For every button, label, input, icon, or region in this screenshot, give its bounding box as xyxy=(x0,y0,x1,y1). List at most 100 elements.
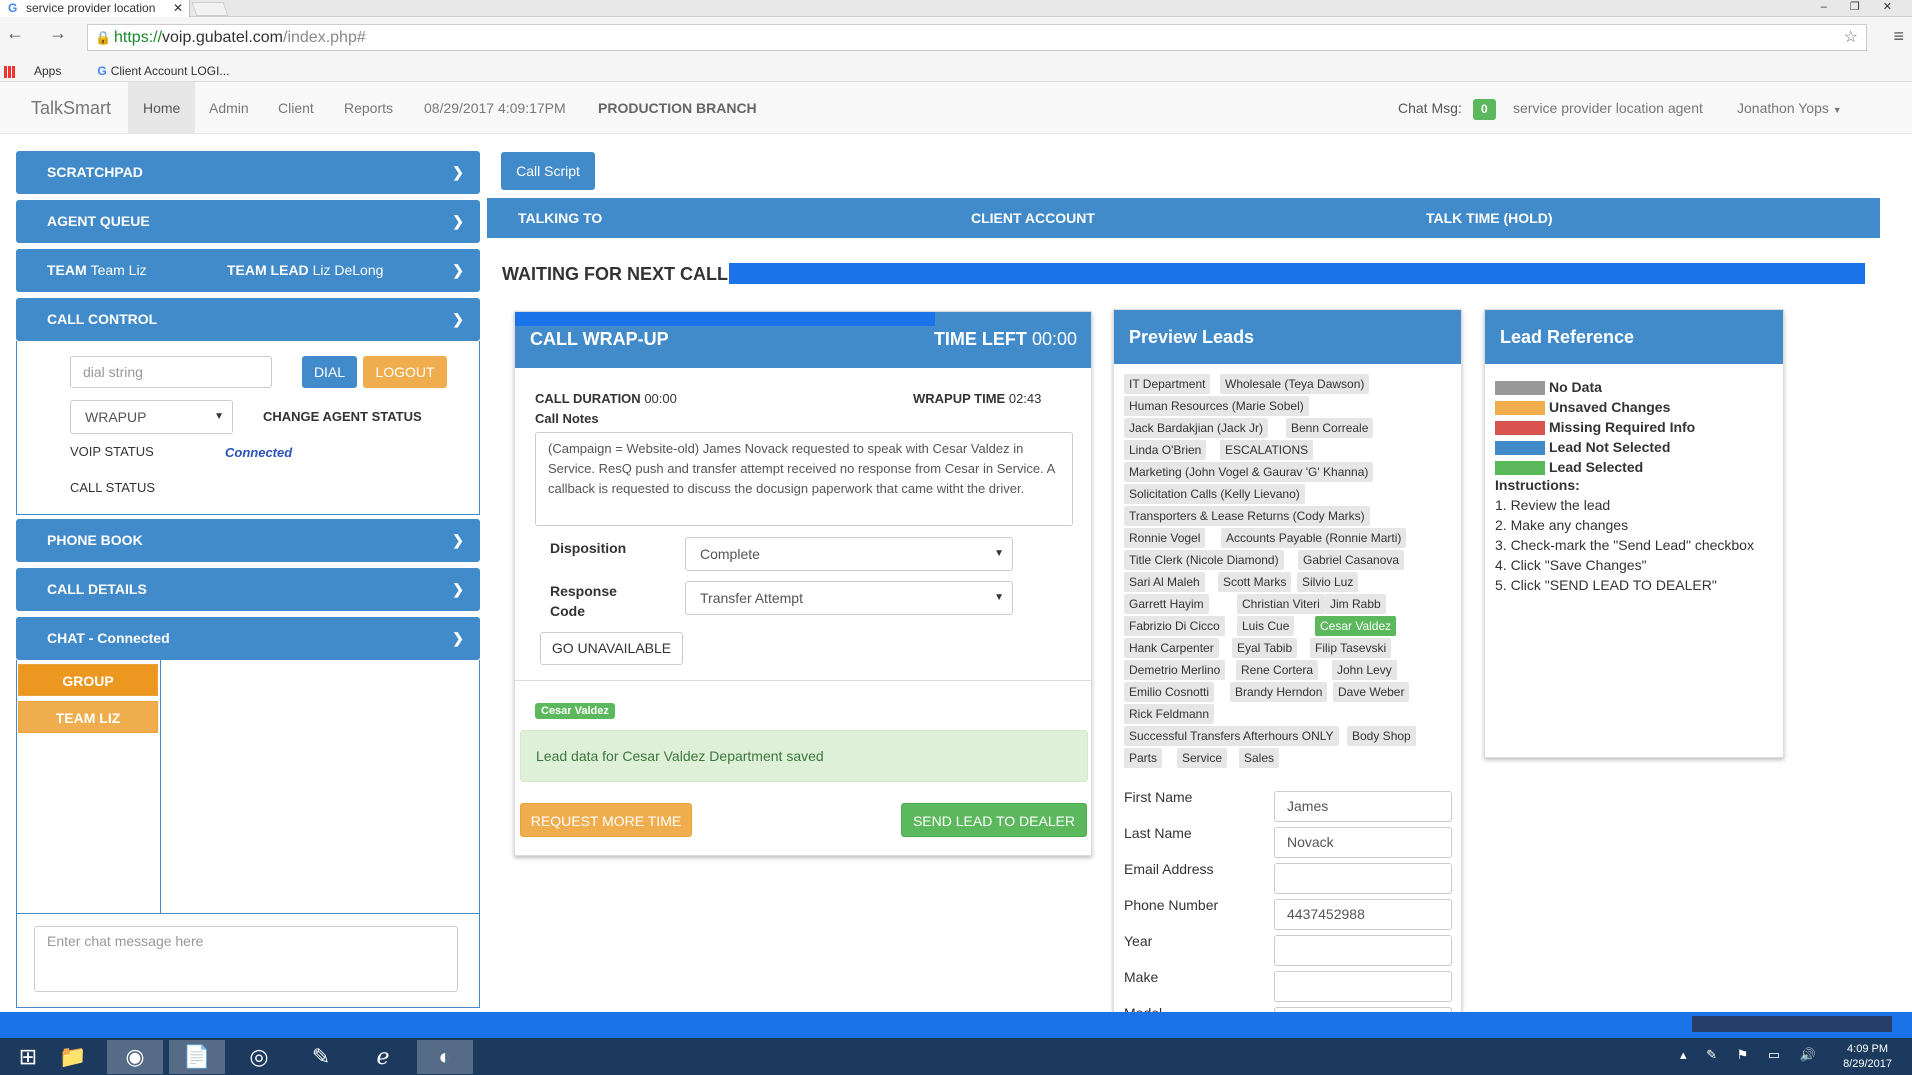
agent-queue-panel[interactable]: AGENT QUEUE ❯ xyxy=(16,200,480,243)
notepad-icon[interactable]: 📄 xyxy=(169,1040,225,1074)
nav-admin[interactable]: Admin xyxy=(209,82,249,134)
lead-tag[interactable]: Transporters & Lease Returns (Cody Marks… xyxy=(1124,506,1370,526)
windows-taskbar: ⊞ 📁 ◉ 📄 ◎ ✎ ℯ ◐ ▴ ✎ ⚑ ▭ 🔊 4:09 PM 8/29/20… xyxy=(0,1038,1912,1075)
google-icon: G xyxy=(97,64,107,78)
lead-tag[interactable]: Linda O'Brien xyxy=(1124,440,1207,460)
lead-tag[interactable]: Scott Marks xyxy=(1218,572,1292,592)
taskbar-clock[interactable]: 4:09 PM 8/29/2017 xyxy=(1843,1042,1892,1072)
lead-tag[interactable]: Luis Cue xyxy=(1237,616,1295,636)
response-code-select[interactable]: Transfer Attempt ▼ xyxy=(685,581,1013,615)
nav-reports[interactable]: Reports xyxy=(344,82,393,134)
lead-tag[interactable]: Fabrizio Di Cicco xyxy=(1124,616,1225,636)
dial-string-input[interactable]: dial string xyxy=(70,356,272,388)
phone-book-panel[interactable]: PHONE BOOK ❯ xyxy=(16,519,480,562)
chat-title: CHAT - Connected xyxy=(47,630,170,646)
media-app-icon[interactable]: ◐ xyxy=(417,1040,473,1074)
disposition-select[interactable]: Complete ▼ xyxy=(685,537,1013,571)
field-input[interactable]: Novack xyxy=(1274,827,1452,858)
call-notes-textarea[interactable]: (Campaign = Website-old) James Novack re… xyxy=(535,432,1073,526)
field-input[interactable] xyxy=(1274,863,1452,894)
field-input[interactable]: James xyxy=(1274,791,1452,822)
lead-tag[interactable]: Successful Transfers Afterhours ONLY xyxy=(1124,726,1339,746)
lead-tag[interactable]: Service xyxy=(1177,748,1228,768)
wrapup-progress-bar xyxy=(515,312,935,326)
change-agent-status[interactable]: CHANGE AGENT STATUS xyxy=(263,409,422,424)
window-controls[interactable]: ‒ ❐ ✕ xyxy=(1821,0,1902,13)
url-input[interactable]: 🔒 https://voip.gubatel.com/index.php# ☆ xyxy=(87,24,1867,51)
lead-tag[interactable]: Benn Correale xyxy=(1286,418,1374,438)
lead-tag[interactable]: Sales xyxy=(1239,748,1280,768)
lead-tag[interactable]: Dave Weber xyxy=(1333,682,1410,702)
chat-panel[interactable]: CHAT - Connected ❯ xyxy=(16,617,480,660)
browser-tab[interactable]: G service provider location ✕ xyxy=(0,0,190,17)
call-script-button[interactable]: Call Script xyxy=(501,152,595,190)
call-details-panel[interactable]: CALL DETAILS ❯ xyxy=(16,568,480,611)
lead-tag[interactable]: ESCALATIONS xyxy=(1220,440,1314,460)
lead-tag[interactable]: Cesar Valdez xyxy=(1315,616,1397,636)
chrome-icon[interactable]: ◎ xyxy=(231,1040,287,1074)
lead-tag[interactable]: Ronnie Vogel xyxy=(1124,528,1206,548)
lead-tag[interactable]: Garrett Hayim xyxy=(1124,594,1209,614)
request-more-time-button[interactable]: REQUEST MORE TIME xyxy=(520,803,692,837)
close-tab-icon[interactable]: ✕ xyxy=(173,0,183,17)
lead-tag[interactable]: Emilio Cosnotti xyxy=(1124,682,1215,702)
dial-button[interactable]: DIAL xyxy=(302,356,357,388)
lead-tag[interactable]: John Levy xyxy=(1332,660,1397,680)
lead-tag[interactable]: Sari Al Maleh xyxy=(1124,572,1205,592)
lead-tag[interactable]: Wholesale (Teya Dawson) xyxy=(1220,374,1370,394)
lead-tag[interactable]: Hank Carpenter xyxy=(1124,638,1219,658)
field-input[interactable]: 4437452988 xyxy=(1274,899,1452,930)
user-menu[interactable]: Jonathon Yops ▼ xyxy=(1737,82,1842,134)
lead-tag[interactable]: Marketing (John Vogel & Gaurav 'G' Khann… xyxy=(1124,462,1374,482)
logout-button[interactable]: LOGOUT xyxy=(363,356,447,388)
chat-group-button[interactable]: GROUP xyxy=(18,664,158,696)
lead-tag[interactable]: Accounts Payable (Ronnie Marti) xyxy=(1221,528,1407,548)
team-name: Team Liz xyxy=(90,262,147,278)
lead-tag[interactable]: Brandy Herndon xyxy=(1230,682,1328,702)
chat-msg-count-wrap[interactable]: 0 xyxy=(1473,82,1496,134)
lead-tag[interactable]: Jack Bardakjian (Jack Jr) xyxy=(1124,418,1269,438)
lead-tag[interactable]: Body Shop xyxy=(1347,726,1416,746)
chat-message-input[interactable]: Enter chat message here xyxy=(34,926,458,992)
lead-tag[interactable]: Christian Viteri xyxy=(1237,594,1325,614)
send-lead-to-dealer-button[interactable]: SEND LEAD TO DEALER xyxy=(901,803,1087,837)
lead-tag[interactable]: Title Clerk (Nicole Diamond) xyxy=(1124,550,1284,570)
new-tab-button[interactable] xyxy=(191,2,229,16)
feather-app-icon[interactable]: ✎ xyxy=(293,1040,349,1074)
lead-tag[interactable]: Rene Cortera xyxy=(1236,660,1319,680)
scratchpad-panel[interactable]: SCRATCHPAD ❯ xyxy=(16,151,480,194)
lead-tag[interactable]: Silvio Luz xyxy=(1297,572,1359,592)
save-success-alert: Lead data for Cesar Valdez Department sa… xyxy=(520,730,1088,782)
team-lead-wrap: TEAM LEAD Liz DeLong xyxy=(227,249,383,292)
field-input[interactable] xyxy=(1274,935,1452,966)
bookmark-star-icon[interactable]: ☆ xyxy=(1844,25,1858,50)
field-input[interactable] xyxy=(1274,971,1452,1002)
chat-team-liz-button[interactable]: TEAM LIZ xyxy=(18,701,158,733)
system-tray-icons[interactable]: ▴ ✎ ⚑ ▭ 🔊 xyxy=(1680,1047,1824,1063)
browser-menu-icon[interactable]: ≡ xyxy=(1893,26,1904,47)
lead-tag[interactable]: Jim Rabb xyxy=(1325,594,1386,614)
wrapup-title: CALL WRAP-UP xyxy=(530,329,669,349)
file-explorer-icon[interactable]: 📁 xyxy=(45,1040,101,1074)
internet-explorer-icon[interactable]: ℯ xyxy=(355,1040,411,1074)
lead-tag[interactable]: Human Resources (Marie Sobel) xyxy=(1124,396,1309,416)
go-unavailable-button[interactable]: GO UNAVAILABLE xyxy=(540,632,683,665)
nav-home[interactable]: Home xyxy=(128,82,196,134)
legend-label: No Data xyxy=(1549,379,1602,395)
lead-tag[interactable]: Demetrio Merlino xyxy=(1124,660,1226,680)
agent-status-select[interactable]: WRAPUP ▼ xyxy=(70,400,233,434)
nav-client[interactable]: Client xyxy=(278,82,314,134)
lead-tag[interactable]: Filip Tasevski xyxy=(1310,638,1392,658)
chrome-app-icon[interactable]: ◉ xyxy=(107,1040,163,1074)
lead-tag[interactable]: Eyal Tabib xyxy=(1232,638,1298,658)
team-panel[interactable]: TEAM Team Liz TEAM LEAD Liz DeLong ❯ xyxy=(16,249,480,292)
lead-tag[interactable]: Gabriel Casanova xyxy=(1298,550,1405,570)
bookmark-apps[interactable]: Apps xyxy=(4,64,79,78)
lead-tag[interactable]: Solicitation Calls (Kelly Lievano) xyxy=(1124,484,1305,504)
lead-tag[interactable]: Rick Feldmann xyxy=(1124,704,1215,724)
bookmark-client-account[interactable]: Client Account LOGI... xyxy=(111,64,230,78)
lead-tag[interactable]: IT Department xyxy=(1124,374,1211,394)
call-control-panel[interactable]: CALL CONTROL ❯ xyxy=(16,298,480,341)
lead-tag[interactable]: Parts xyxy=(1124,748,1163,768)
brand[interactable]: TalkSmart xyxy=(31,98,111,119)
